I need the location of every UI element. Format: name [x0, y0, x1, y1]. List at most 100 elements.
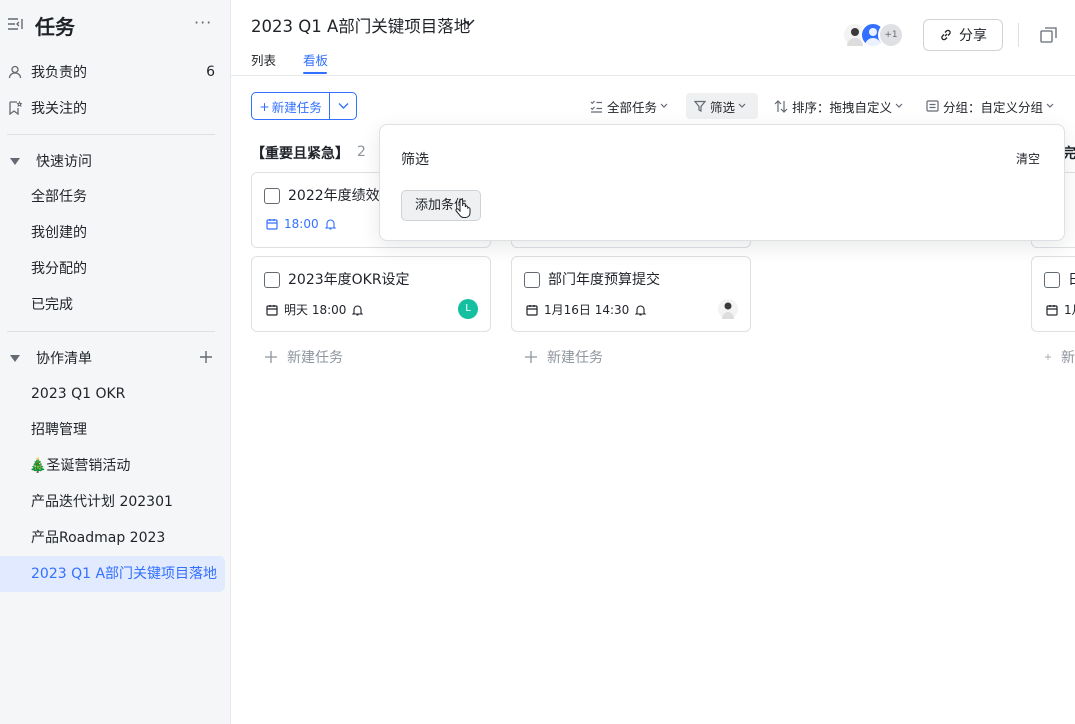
sidebar-item-created[interactable]: 我创建的	[31, 215, 87, 251]
sidebar-title: 任务	[35, 15, 75, 39]
more-members-badge[interactable]: +1	[878, 22, 904, 48]
task-due-date: 18:00	[284, 217, 319, 231]
bookmark-star-icon	[7, 100, 23, 116]
bell-icon	[352, 304, 364, 316]
task-card[interactable]: 2023年度OKR设定 明天 18:00 L	[251, 256, 491, 332]
column-count: 2	[357, 144, 366, 160]
filter-popup: 筛选 清空 添加条件	[379, 124, 1065, 241]
divider	[7, 331, 215, 332]
sort-label: 排序：拖拽自定义	[792, 99, 893, 115]
sidebar-item-roadmap[interactable]: 产品Roadmap 2023	[31, 520, 165, 556]
sidebar-item-recruiting[interactable]: 招聘管理	[31, 412, 87, 448]
tab-list[interactable]: 列表	[251, 50, 276, 69]
link-icon	[941, 29, 951, 41]
plus-icon	[525, 351, 537, 363]
sidebar-item-christmas[interactable]: 🎄圣诞营销活动	[29, 448, 130, 484]
add-task-button[interactable]: 新建任务	[525, 347, 603, 367]
task-card-partial[interactable]: 日 1月	[1031, 256, 1075, 332]
divider	[7, 134, 215, 135]
member-avatars[interactable]: +1	[842, 22, 908, 48]
add-task-label: 新建任务	[547, 350, 603, 366]
collab-list-group[interactable]: 协作清单	[0, 340, 231, 376]
task-meta: 1月16日 14:30	[526, 301, 647, 318]
assignee-avatar[interactable]: L	[458, 299, 478, 319]
sort-dropdown[interactable]: 排序：拖拽自定义	[774, 95, 907, 117]
share-label: 分享	[959, 28, 987, 44]
quick-access-group[interactable]: 快速访问	[0, 143, 231, 179]
header-divider	[231, 75, 1075, 76]
project-title[interactable]: 2023 Q1 A部门关键项目落地	[251, 13, 470, 37]
add-task-label: 新建任务	[287, 350, 343, 366]
sidebar-item-my-tasks[interactable]: 我负责的 6	[0, 54, 231, 90]
sidebar-item-okr[interactable]: 2023 Q1 OKR	[31, 376, 125, 412]
new-task-label: 新建任务	[271, 99, 322, 115]
view-scope-dropdown[interactable]: 全部任务	[590, 95, 672, 117]
expand-triangle-icon	[10, 354, 20, 362]
task-card[interactable]: 部门年度预算提交 1月16日 14:30	[511, 256, 751, 332]
expand-triangle-icon	[10, 157, 20, 165]
checklist-icon	[590, 100, 602, 113]
clear-filter-button[interactable]: 清空	[1016, 150, 1040, 167]
task-meta: 18:00	[266, 217, 336, 231]
column-title[interactable]: 【重要且紧急】	[251, 143, 349, 163]
filter-popup-title: 筛选	[401, 152, 429, 168]
new-task-button-group: + 新建任务	[251, 92, 357, 120]
calendar-icon	[526, 304, 538, 316]
group-dropdown[interactable]: 分组：自定义分组	[926, 95, 1058, 117]
task-meta: 1月	[1046, 301, 1075, 318]
chevron-down-icon	[338, 103, 348, 109]
task-title: 部门年度预算提交	[548, 272, 660, 288]
task-title: 2023年度OKR设定	[288, 272, 410, 288]
bell-icon	[324, 219, 336, 230]
more-icon[interactable]: ···	[194, 13, 212, 32]
sidebar: 任务 ··· 我负责的 6 我关注的 快速访问 全部任务 我创建的 我分配的 已…	[0, 0, 231, 724]
add-task-button[interactable]: 新	[1045, 347, 1075, 367]
chevron-down-icon	[738, 103, 746, 108]
collapse-sidebar-icon[interactable]	[7, 16, 23, 32]
sidebar-item-label: 我负责的	[31, 65, 87, 81]
sidebar-item-iteration-plan[interactable]: 产品迭代计划 202301	[31, 484, 173, 520]
new-task-button[interactable]: + 新建任务	[252, 93, 330, 119]
add-list-icon[interactable]	[199, 350, 213, 364]
task-due-date: 明天 18:00	[284, 303, 347, 317]
plus-icon	[265, 351, 277, 363]
task-title: 日	[1068, 269, 1075, 289]
chevron-down-icon	[1046, 103, 1054, 108]
filter-button[interactable]: 筛选	[686, 93, 758, 119]
task-count-badge: 6	[206, 64, 215, 80]
filter-label: 筛选	[710, 99, 736, 115]
sidebar-item-label: 我关注的	[31, 101, 87, 117]
chevron-down-icon[interactable]	[463, 18, 475, 28]
sidebar-item-followed[interactable]: 我关注的	[0, 90, 231, 126]
sidebar-item-current-project[interactable]: 2023 Q1 A部门关键项目落地	[31, 556, 217, 592]
task-checkbox[interactable]	[524, 272, 540, 288]
plus-icon	[1045, 354, 1051, 360]
task-meta: 明天 18:00	[266, 301, 364, 318]
view-scope-label: 全部任务	[607, 99, 658, 115]
vertical-divider	[1018, 23, 1019, 47]
new-task-dropdown[interactable]	[330, 93, 356, 119]
sidebar-header: 任务 ···	[0, 0, 231, 48]
calendar-icon	[1046, 304, 1058, 316]
active-tab-indicator	[303, 72, 327, 74]
tab-board[interactable]: 看板	[303, 50, 328, 69]
add-task-label: 新	[1061, 350, 1075, 366]
assignee-avatar[interactable]	[718, 299, 738, 319]
share-button[interactable]: 分享	[923, 19, 1003, 51]
task-checkbox[interactable]	[1044, 272, 1060, 288]
plus-icon: +	[259, 98, 270, 114]
sidebar-item-assigned[interactable]: 我分配的	[31, 251, 87, 287]
group-label: 快速访问	[36, 154, 92, 170]
hand-cursor-icon	[455, 198, 471, 218]
sidebar-item-all-tasks[interactable]: 全部任务	[31, 179, 87, 215]
task-checkbox[interactable]	[264, 272, 280, 288]
add-task-button[interactable]: 新建任务	[265, 347, 343, 367]
task-checkbox[interactable]	[264, 188, 280, 204]
calendar-icon	[266, 304, 278, 316]
group-label: 协作清单	[36, 351, 92, 367]
filter-icon	[694, 100, 706, 112]
open-new-window-icon[interactable]	[1040, 27, 1057, 43]
group-label: 分组：自定义分组	[943, 99, 1044, 115]
sidebar-item-completed[interactable]: 已完成	[31, 287, 73, 323]
task-due-date: 1月	[1064, 303, 1075, 317]
